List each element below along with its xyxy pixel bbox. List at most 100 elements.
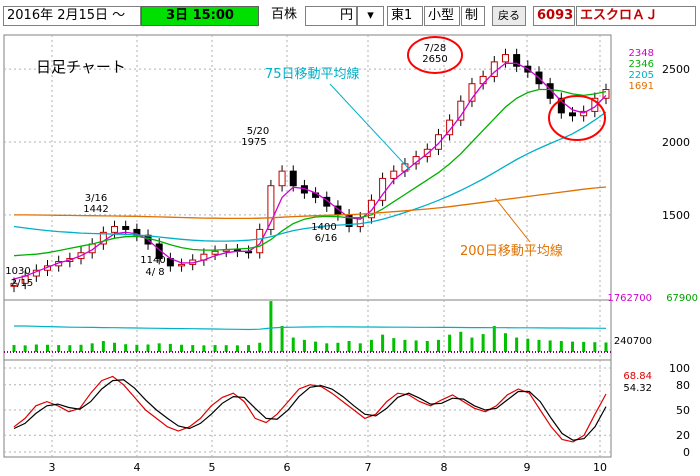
oscillator-tick-label: 100 (669, 362, 690, 375)
volume-bar (593, 342, 597, 352)
candle-body (122, 226, 130, 230)
volume-bar (392, 338, 396, 352)
volume-bar (325, 343, 329, 352)
volume-bar (604, 342, 608, 352)
high-mar-date: 3/16 (85, 193, 107, 204)
volume-bar (57, 345, 61, 352)
volume-bar (358, 343, 362, 352)
stock-name-field: エスクロＡＪ (576, 6, 696, 26)
volume-bar (280, 326, 284, 352)
volume-bar (492, 326, 496, 352)
oscillator-legend-value: 68.84 (623, 371, 652, 382)
volume-bar (425, 341, 429, 352)
period-time-display: 3日 15:00 (141, 6, 259, 26)
chart-title: 日足チャート (36, 58, 126, 76)
volume-bar (537, 339, 541, 352)
low-feb-date: 2/15 (11, 278, 33, 289)
volume-bar (101, 341, 105, 352)
volume-bar (113, 342, 117, 352)
volume-bar (414, 340, 418, 352)
volume-bar (369, 339, 373, 352)
x-tick-label: 6 (284, 461, 291, 474)
volume-bar (526, 338, 530, 352)
volume-bar (146, 344, 150, 352)
volume-bar (34, 344, 38, 352)
price-tick-label: 2500 (662, 63, 690, 76)
ma75-annotation: 75日移動平均線 (265, 66, 360, 82)
volume-bar (79, 344, 83, 352)
size-class-field[interactable]: 小型 (424, 6, 460, 26)
ma-legend-value: 2205 (629, 70, 654, 81)
margin-kbn-field[interactable]: 制 (461, 6, 485, 26)
back-button[interactable]: 戻る (492, 6, 526, 26)
market-field[interactable]: 東1 (387, 6, 423, 26)
candle-body (289, 170, 297, 187)
high-mar-price: 1442 (83, 204, 108, 215)
candle-body (457, 100, 465, 121)
oscillator-tick-label: 20 (676, 429, 690, 442)
volume-bar (459, 331, 463, 352)
candle-body (501, 54, 509, 63)
volume-bar (381, 334, 385, 352)
stock-code-field[interactable]: 6093 (533, 6, 575, 26)
volume-bar (548, 340, 552, 352)
low-apr-price: 1140 (140, 255, 165, 266)
volume-bar (269, 301, 273, 352)
volume-bar (448, 334, 452, 352)
ma-legend-value: 2348 (629, 48, 654, 59)
volume-bar (403, 339, 407, 352)
candle-body (390, 170, 398, 179)
volume-bar (258, 342, 262, 352)
volume-bar (168, 343, 172, 352)
volume-bar (515, 337, 519, 352)
volume-bar (336, 342, 340, 352)
date-range-field[interactable]: 2016年 2月15日 ～ (3, 6, 141, 26)
volume-right-value: 67900 (666, 293, 698, 304)
volume-bar (503, 333, 507, 352)
x-tick-label: 3 (49, 461, 56, 474)
high-jul-date: 7/28 (424, 43, 446, 54)
volume-bar (191, 345, 195, 352)
unit-label: 百株 (270, 7, 297, 22)
ma-legend-value: 1691 (629, 81, 654, 92)
chevron-down-icon[interactable]: ▾ (357, 6, 384, 26)
x-tick-label: 9 (524, 461, 531, 474)
x-tick-label: 5 (209, 461, 216, 474)
volume-bar (559, 341, 563, 352)
candle-body (278, 170, 286, 187)
volume-bar (436, 339, 440, 352)
high-jul-price: 2650 (422, 54, 447, 65)
x-tick-label: 4 (134, 461, 141, 474)
ma200-annotation: 200日移動平均線 (460, 243, 563, 259)
high-may-date: 5/20 (247, 126, 269, 137)
stock-chart: 2500200015003 4 5 6 7 8 9 10日足チャート2348234622051… (3, 34, 698, 474)
candle-body (211, 250, 219, 255)
volume-bar (135, 344, 139, 352)
high-may-price: 1975 (241, 137, 266, 148)
volume-bar (124, 344, 128, 352)
toolbar: 2016年 2月15日 ～ 3日 15:00 百株 円 ▾ 東1 小型 制 戻る… (0, 0, 700, 31)
oscillator-tick-label: 50 (676, 404, 690, 417)
volume-bar (347, 341, 351, 352)
volume-bar (470, 337, 474, 352)
ma-legend-value: 2346 (629, 59, 654, 70)
low-feb-price: 1030 (5, 266, 30, 277)
volume-bar (314, 341, 318, 352)
candle-body (178, 263, 186, 267)
price-tick-label: 2000 (662, 136, 690, 149)
volume-max-label: 1762700 (607, 293, 652, 304)
volume-bar (291, 337, 295, 352)
price-tick-label: 1500 (662, 209, 690, 222)
candle-body (479, 75, 487, 85)
volume-bar (582, 341, 586, 352)
price-unit-input[interactable]: 円 (305, 6, 357, 26)
volume-bar (224, 345, 228, 352)
volume-bar (247, 345, 251, 352)
volume-bar (570, 341, 574, 352)
low-apr-date: 4/ 8 (145, 267, 164, 278)
candle-body (568, 112, 576, 117)
low-jun-price: 1400 (311, 222, 336, 233)
volume-bar (213, 345, 217, 352)
volume-bar (180, 344, 184, 352)
volume-bar (302, 339, 306, 352)
